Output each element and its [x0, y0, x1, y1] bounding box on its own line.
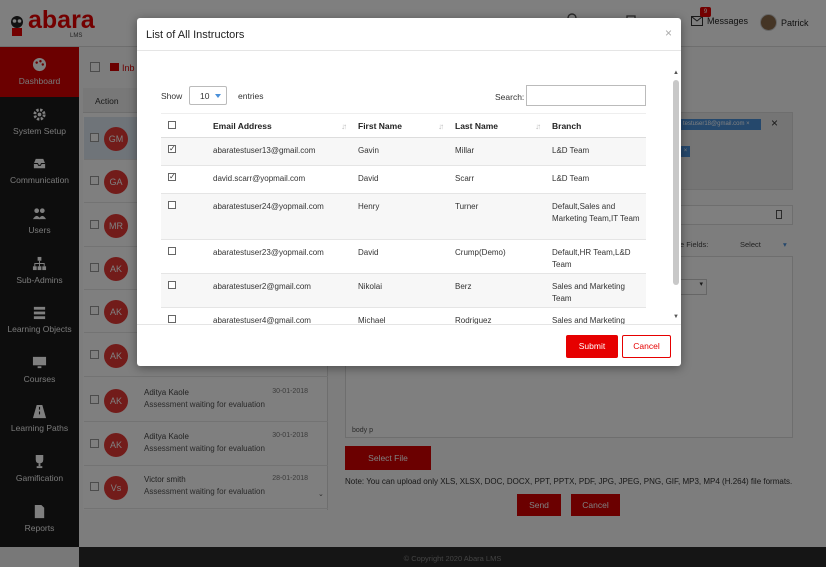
- modal-scrollbar[interactable]: ▲ ▼: [673, 70, 679, 323]
- row-checkbox[interactable]: [168, 281, 176, 289]
- column-header-first-name[interactable]: First Name ↓↑: [351, 113, 448, 138]
- table-row[interactable]: abaratestuser2@gmail.com Nikolai Berz Sa…: [161, 273, 646, 308]
- entries-label: entries: [238, 91, 264, 101]
- column-header-last-name[interactable]: Last Name ↓↑: [448, 113, 545, 138]
- instructors-table: Email Address ↓↑ First Name ↓↑ Last Name ↓↑…: [161, 113, 646, 324]
- column-header-branch[interactable]: Branch: [545, 113, 646, 138]
- page-size-select[interactable]: 10: [189, 86, 227, 105]
- table-row[interactable]: abaratestuser24@yopmail.com Henry Turner…: [161, 193, 646, 240]
- row-checkbox[interactable]: [168, 171, 176, 183]
- row-checkbox[interactable]: [168, 247, 176, 255]
- scroll-up-icon[interactable]: ▲: [673, 70, 679, 76]
- column-header-email[interactable]: Email Address ↓↑: [206, 113, 351, 138]
- scroll-down-icon[interactable]: ▼: [673, 314, 679, 320]
- modal-title: List of All Instructors: [146, 29, 245, 41]
- instructors-modal: List of All Instructors × Show 10 entrie…: [137, 18, 681, 366]
- modal-header: List of All Instructors ×: [137, 18, 681, 51]
- cancel-button[interactable]: Cancel: [622, 335, 671, 358]
- table-row[interactable]: abaratestuser23@yopmail.com David Crump(…: [161, 239, 646, 274]
- close-icon[interactable]: ×: [665, 26, 672, 40]
- row-checkbox[interactable]: [168, 143, 176, 155]
- search-label: Search:: [495, 92, 525, 102]
- modal-footer: Submit Cancel: [137, 324, 681, 366]
- select-all-header[interactable]: [161, 113, 206, 138]
- modal-body: Show 10 entries Search: Email Address ↓↑ …: [137, 52, 681, 324]
- row-checkbox[interactable]: [168, 201, 176, 209]
- submit-button[interactable]: Submit: [566, 335, 618, 358]
- table-row[interactable]: abaratestuser13@gmail.com Gavin Millar L…: [161, 137, 646, 166]
- chevron-down-icon: [215, 94, 221, 98]
- select-all-checkbox[interactable]: [168, 120, 176, 129]
- sort-icon: ↓↑: [438, 122, 444, 131]
- table-row[interactable]: david.scarr@yopmail.com David Scarr L&D …: [161, 165, 646, 194]
- row-checkbox[interactable]: [168, 315, 176, 323]
- show-label: Show: [161, 91, 183, 101]
- scroll-thumb[interactable]: [673, 80, 679, 285]
- sort-icon: ↓↑: [535, 122, 541, 131]
- table-row[interactable]: abaratestuser4@gmail.com Michael Rodrigu…: [161, 307, 646, 324]
- search-input[interactable]: [526, 85, 646, 106]
- sort-icon: ↓↑: [341, 122, 347, 131]
